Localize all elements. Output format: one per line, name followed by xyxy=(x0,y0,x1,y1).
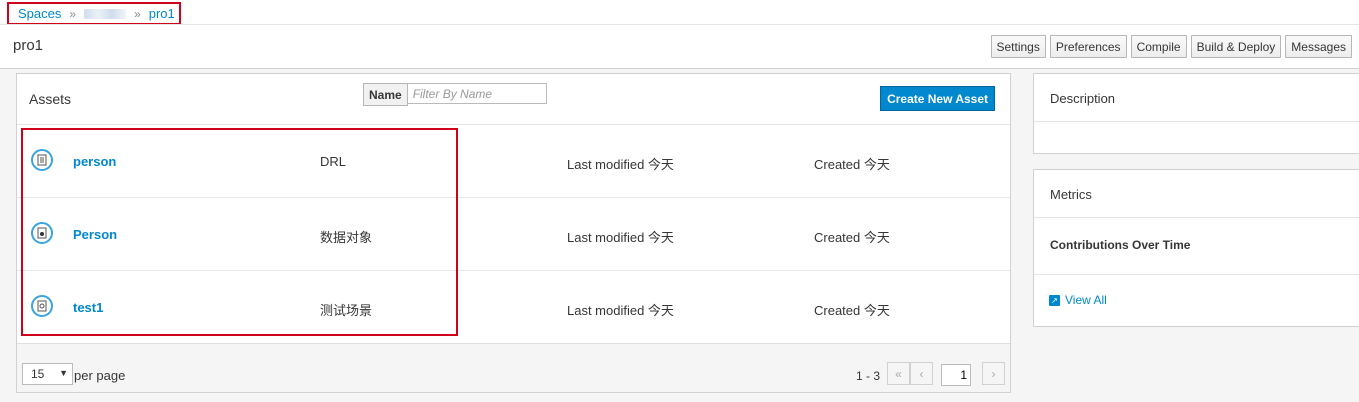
drl-file-icon xyxy=(31,149,53,171)
asset-name-link[interactable]: person xyxy=(73,154,116,169)
breadcrumb-spaces-link[interactable]: Spaces xyxy=(18,6,61,21)
description-header: Description xyxy=(1034,74,1359,122)
divider xyxy=(1034,274,1359,275)
assets-panel: Assets Name Create New Asset person DRL … xyxy=(16,73,1011,393)
metrics-panel: Metrics Contributions Over Time ↗ View A… xyxy=(1033,169,1359,327)
breadcrumb-redacted-org[interactable] xyxy=(84,8,127,19)
per-page-value: 15 xyxy=(31,367,45,381)
divider xyxy=(0,24,1359,25)
asset-type: 数据对象 xyxy=(320,230,373,245)
created: Created 今天 xyxy=(814,303,890,318)
metrics-header: Metrics xyxy=(1034,170,1359,218)
compile-button[interactable]: Compile xyxy=(1130,35,1187,58)
created: Created 今天 xyxy=(814,230,890,245)
breadcrumb-separator: » xyxy=(69,6,77,21)
last-modified: Last modified 今天 xyxy=(567,157,674,172)
assets-title: Assets xyxy=(29,91,72,107)
list-item[interactable]: test1 测试场景 Last modified 今天 Created 今天 xyxy=(17,271,1010,344)
filter-input[interactable] xyxy=(407,83,547,104)
next-page-button[interactable]: › xyxy=(982,362,1005,385)
asset-type: 测试场景 xyxy=(320,303,373,318)
list-item[interactable]: Person 数据对象 Last modified 今天 Created 今天 xyxy=(17,198,1010,271)
dropdown-caret-icon: ▼ xyxy=(59,368,68,378)
page-number-input[interactable] xyxy=(941,364,971,386)
contributions-title: Contributions Over Time xyxy=(1050,238,1191,252)
asset-list: person DRL Last modified 今天 Created 今天 P… xyxy=(17,125,1010,344)
test-scenario-icon xyxy=(31,295,53,317)
metrics-title: Metrics xyxy=(1050,187,1092,202)
description-panel: Description xyxy=(1033,73,1359,154)
asset-name-link[interactable]: Person xyxy=(73,227,117,242)
pagination-bar: 15 ▼ per page 1 - 3 « ‹ › xyxy=(17,343,1010,392)
last-modified: Last modified 今天 xyxy=(567,230,674,245)
first-page-button[interactable]: « xyxy=(887,362,910,385)
top-bar: Spaces » » pro1 pro1 Settings Preference… xyxy=(0,0,1359,69)
asset-type: DRL xyxy=(320,154,347,169)
breadcrumb-project-link[interactable]: pro1 xyxy=(149,6,175,21)
external-link-icon: ↗ xyxy=(1049,294,1060,306)
page-title: pro1 xyxy=(13,37,44,54)
per-page-label: per page xyxy=(74,368,126,383)
breadcrumb: Spaces » » pro1 xyxy=(7,2,181,25)
view-all-label: View All xyxy=(1065,293,1107,307)
preferences-button[interactable]: Preferences xyxy=(1049,35,1127,58)
last-modified: Last modified 今天 xyxy=(567,303,674,318)
create-new-asset-button[interactable]: Create New Asset xyxy=(880,86,995,111)
filter-label[interactable]: Name xyxy=(363,83,408,106)
description-title: Description xyxy=(1050,91,1116,106)
project-toolbar: Settings Preferences Compile Build & Dep… xyxy=(990,35,1352,58)
list-item[interactable]: person DRL Last modified 今天 Created 今天 xyxy=(17,125,1010,198)
messages-button[interactable]: Messages xyxy=(1285,35,1352,58)
asset-name-link[interactable]: test1 xyxy=(73,300,103,315)
view-all-link[interactable]: ↗ View All xyxy=(1049,293,1107,307)
breadcrumb-separator: » xyxy=(134,6,141,21)
settings-button[interactable]: Settings xyxy=(990,35,1046,58)
prev-page-button[interactable]: ‹ xyxy=(910,362,933,385)
name-filter: Name xyxy=(363,83,547,106)
per-page-select[interactable]: 15 ▼ xyxy=(22,363,73,385)
build-deploy-button[interactable]: Build & Deploy xyxy=(1190,35,1282,58)
data-object-icon xyxy=(31,222,53,244)
assets-header: Assets Name Create New Asset xyxy=(17,74,1010,125)
created: Created 今天 xyxy=(814,157,890,172)
page-range: 1 - 3 xyxy=(856,369,881,383)
